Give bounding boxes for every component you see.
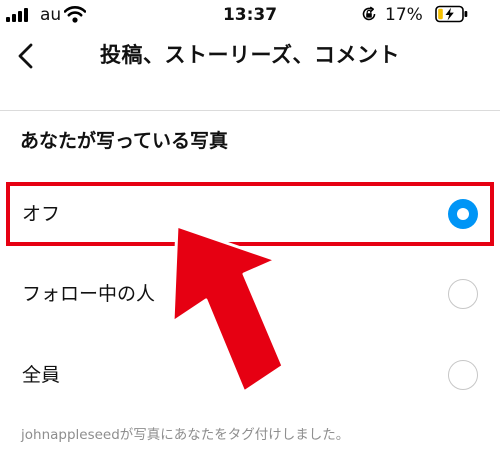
page-title: 投稿、ストーリーズ、コメント	[100, 43, 400, 67]
radio-selected[interactable]	[448, 199, 478, 229]
radio-unselected[interactable]	[448, 279, 478, 309]
option-off[interactable]: オフ	[10, 183, 490, 245]
option-label: フォロー中の人	[22, 283, 156, 305]
footer-note: johnappleseedが写真にあなたをタグ付けしました。	[21, 427, 350, 443]
option-everyone[interactable]: 全員	[10, 344, 490, 406]
option-label: オフ	[22, 203, 61, 225]
status-bar: au 13:37 17%	[0, 0, 500, 30]
battery-charging-icon	[435, 5, 468, 23]
clock: 13:37	[222, 5, 278, 25]
battery-percent: 17%	[385, 5, 423, 25]
header-divider	[0, 110, 500, 111]
option-label: 全員	[22, 364, 61, 386]
section-title: あなたが写っている写真	[20, 130, 229, 152]
orientation-lock-icon	[362, 6, 376, 21]
back-button[interactable]	[6, 34, 46, 78]
option-following[interactable]: フォロー中の人	[10, 263, 490, 325]
navigation-header: 投稿、ストーリーズ、コメント	[0, 30, 500, 82]
radio-unselected[interactable]	[448, 360, 478, 390]
chevron-left-icon	[18, 43, 33, 69]
